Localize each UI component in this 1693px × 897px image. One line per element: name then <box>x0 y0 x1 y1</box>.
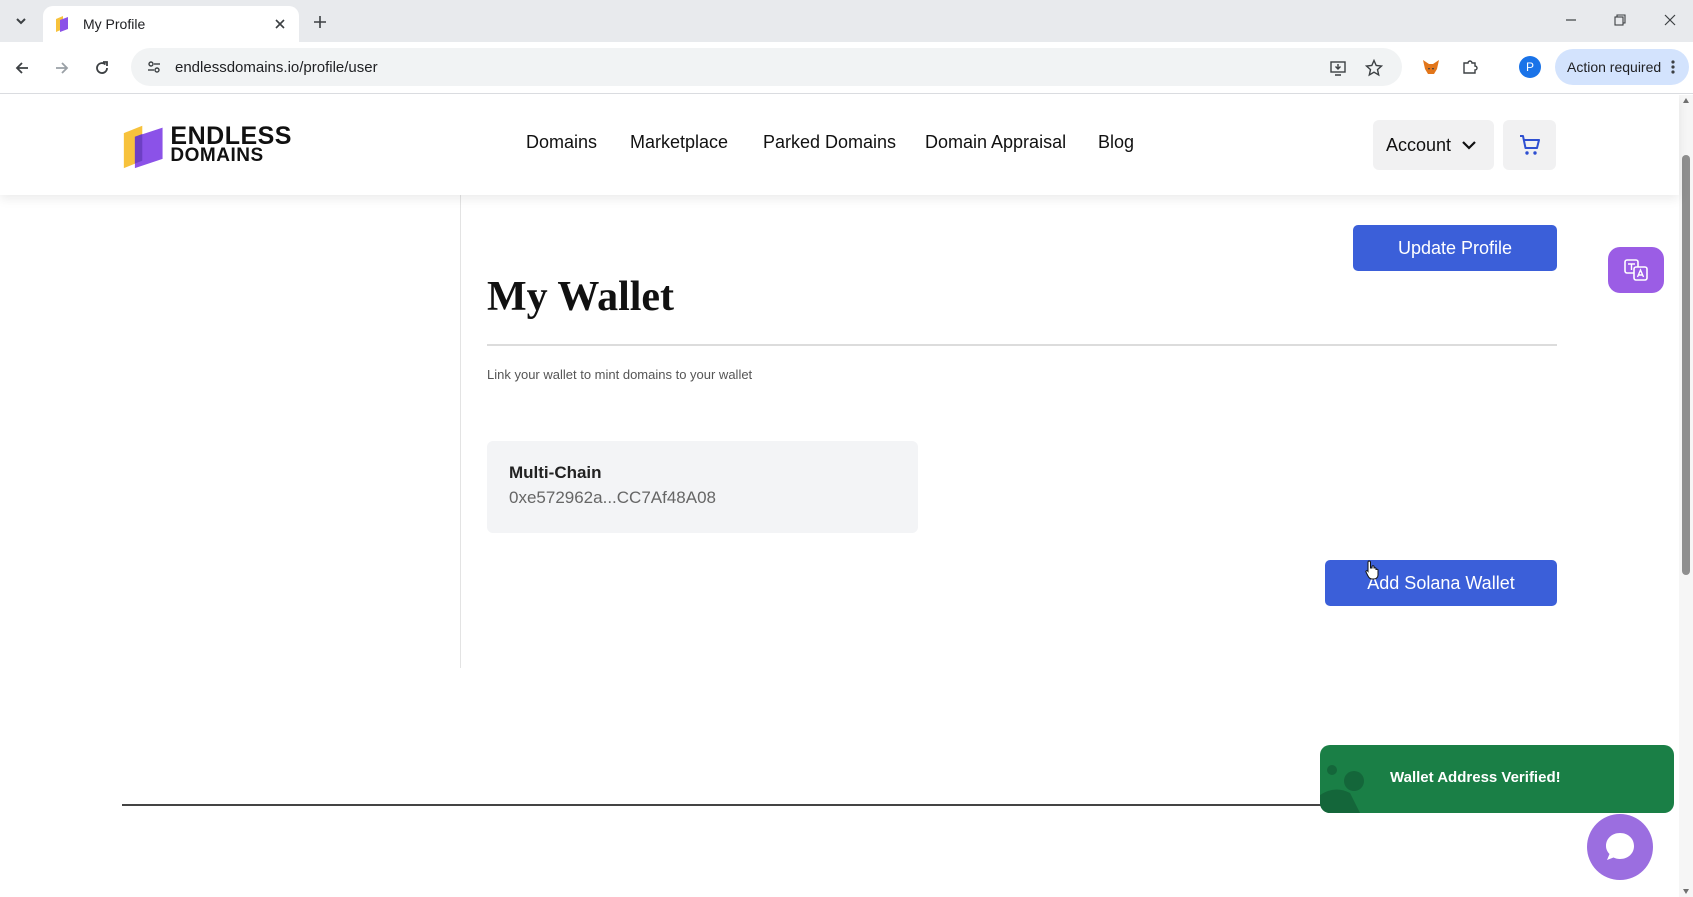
close-icon <box>275 19 285 29</box>
toast-notification[interactable]: Wallet Address Verified! <box>1320 745 1674 813</box>
url-text: endlessdomains.io/profile/user <box>175 58 378 76</box>
chevron-down-icon <box>16 18 26 25</box>
profile-avatar[interactable]: P <box>1519 56 1541 78</box>
wallet-chain-label: Multi-Chain <box>509 463 602 482</box>
nav-domain-appraisal[interactable]: Domain Appraisal <box>925 132 1066 153</box>
title-divider <box>487 344 1557 346</box>
site-header: ENDLESS DOMAINS Domains Marketplace Park… <box>0 95 1679 195</box>
address-bar[interactable]: endlessdomains.io/profile/user <box>131 48 1402 86</box>
nav-blog[interactable]: Blog <box>1098 132 1134 153</box>
site-info-button[interactable] <box>139 52 169 82</box>
install-icon <box>1330 61 1346 76</box>
add-solana-wallet-button[interactable]: Add Solana Wallet <box>1325 560 1557 606</box>
wallet-card: Multi-Chain 0xe572962a...CC7Af48A08 <box>487 441 918 533</box>
browser-tab-active[interactable]: My Profile <box>43 6 299 42</box>
nav-marketplace[interactable]: Marketplace <box>630 132 728 153</box>
close-window-button[interactable] <box>1650 6 1690 34</box>
page-viewport: ENDLESS DOMAINS Domains Marketplace Park… <box>0 95 1693 897</box>
site-favicon-icon <box>56 16 68 32</box>
minimize-window-button[interactable] <box>1551 6 1591 34</box>
close-icon <box>1664 14 1676 26</box>
nav-parked-domains[interactable]: Parked Domains <box>763 132 896 153</box>
chat-button[interactable] <box>1587 814 1653 880</box>
new-tab-button[interactable] <box>308 10 332 34</box>
puzzle-icon <box>1463 60 1478 74</box>
logo-mark-icon <box>123 125 163 169</box>
chat-icon <box>1606 833 1634 860</box>
logo-line-1: ENDLESS <box>170 122 292 150</box>
browser-toolbar: endlessdomains.io/profile/user P Action … <box>0 42 1693 94</box>
hand-cursor-icon <box>1365 560 1379 580</box>
translate-button[interactable] <box>1608 247 1664 293</box>
scroll-down-icon <box>1683 889 1689 894</box>
wallet-address: 0xe572962a...CC7Af48A08 <box>509 488 716 507</box>
star-icon <box>1365 59 1383 77</box>
extensions-button[interactable] <box>1458 55 1482 79</box>
action-required-label: Action required <box>1567 59 1662 75</box>
page-subtitle: Link your wallet to mint domains to your… <box>487 367 753 382</box>
page-title: My Wallet <box>487 274 675 320</box>
arrow-right-icon <box>56 62 69 74</box>
install-app-button[interactable] <box>1327 57 1349 79</box>
tune-icon <box>148 61 160 73</box>
site-logo[interactable]: ENDLESS DOMAINS <box>122 118 292 174</box>
cart-icon <box>1519 135 1540 155</box>
metamask-extension-button[interactable] <box>1419 55 1443 79</box>
more-vert-icon <box>1663 57 1683 77</box>
browser-tabbar: My Profile <box>0 0 1693 42</box>
page-scrollbar[interactable] <box>1679 95 1693 897</box>
account-label: Account <box>1386 134 1452 155</box>
chevron-down-icon <box>1462 141 1476 150</box>
restore-icon <box>1614 14 1626 26</box>
forward-button[interactable] <box>48 54 76 82</box>
toast-decoration <box>1320 765 1364 813</box>
restore-window-button[interactable] <box>1600 6 1640 34</box>
update-profile-button[interactable]: Update Profile <box>1353 225 1557 271</box>
scrollbar-thumb[interactable] <box>1682 155 1690 575</box>
plus-icon <box>314 16 326 28</box>
tab-list-button[interactable] <box>8 8 34 34</box>
fox-icon <box>1423 60 1439 74</box>
reload-button[interactable] <box>88 54 116 82</box>
back-button[interactable] <box>8 54 36 82</box>
minimize-icon <box>1566 19 1576 21</box>
arrow-left-icon <box>15 62 28 74</box>
reload-icon <box>96 61 108 74</box>
nav-domains[interactable]: Domains <box>526 132 597 153</box>
scroll-up-icon <box>1683 98 1689 103</box>
footer-divider <box>122 804 1442 806</box>
cart-button[interactable] <box>1503 120 1556 170</box>
sidebar-divider <box>460 195 461 668</box>
toast-message: Wallet Address Verified! <box>1390 769 1561 786</box>
action-required-button[interactable]: Action required <box>1555 49 1689 85</box>
tab-title: My Profile <box>83 16 146 32</box>
tab-close-button[interactable] <box>271 15 289 33</box>
account-menu-button[interactable]: Account <box>1373 120 1494 170</box>
bookmark-button[interactable] <box>1363 57 1385 79</box>
translate-icon <box>1624 259 1648 281</box>
